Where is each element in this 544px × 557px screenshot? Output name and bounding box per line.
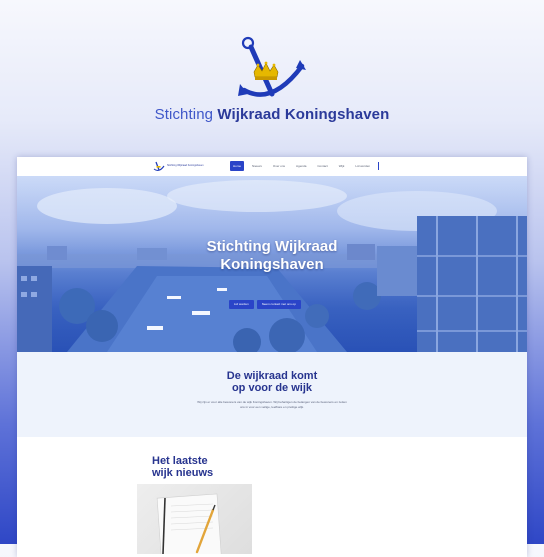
brand-title: Stichting Wijkraad Koningshaven	[0, 106, 544, 123]
nav-logo-text[interactable]: Stichting Wijkraad Koningshaven	[167, 164, 204, 167]
hero-secondary-button[interactable]: Neem contact met ons op	[256, 300, 301, 309]
hero-title: Stichting Wijkraad Koningshaven	[17, 238, 527, 274]
nav-item-lid-worden[interactable]: Lid worden	[352, 161, 373, 171]
anchor-crown-icon	[238, 36, 306, 97]
intro-title: De wijkraad komt op voor de wijk	[17, 370, 527, 394]
hero-title-line1: Stichting Wijkraad	[206, 238, 338, 255]
nav-item-contact[interactable]: Contact	[314, 161, 330, 171]
nav-item-over-ons[interactable]: Over ons	[270, 161, 288, 171]
news-section: Het laatste wijk nieuws	[17, 437, 527, 557]
nav-menu: Home Nieuws Over ons Agenda Contact Wijk…	[230, 161, 380, 171]
brand-header: Stichting Wijkraad Koningshaven	[0, 0, 544, 140]
site-navbar: Stichting Wijkraad Koningshaven Home Nie…	[17, 157, 527, 177]
nav-item-agenda[interactable]: Agenda	[293, 161, 309, 171]
hero-buttons: Lid worden Neem contact met ons op	[229, 300, 301, 309]
news-title: Het laatste wijk nieuws	[152, 455, 272, 479]
intro-title-line1: De wijkraad komt	[226, 370, 318, 382]
website-mockup: Stichting Wijkraad Koningshaven Home Nie…	[17, 157, 527, 557]
nav-item-home[interactable]: Home	[230, 161, 245, 171]
hero-primary-button[interactable]: Lid worden	[229, 300, 254, 309]
nav-item-wijk[interactable]: Wijk	[336, 161, 348, 171]
news-title-line1: Het laatste	[152, 455, 208, 467]
news-title-line2: wijk nieuws	[152, 467, 214, 479]
intro-section: De wijkraad komt op voor de wijk Wij zij…	[17, 352, 527, 437]
brand-title-bold: Wijkraad Koningshaven	[217, 106, 390, 123]
hero-title-line2: Koningshaven	[220, 256, 324, 273]
nav-anchor-icon[interactable]	[153, 161, 165, 172]
intro-text: Wij zijn er voor alle bewoners van de wi…	[197, 400, 347, 409]
intro-title-line2: op voor de wijk	[231, 382, 313, 394]
nav-item-nieuws[interactable]: Nieuws	[249, 161, 265, 171]
hero-section: Stichting Wijkraad Koningshaven Lid word…	[17, 176, 527, 352]
brand-title-light: Stichting	[154, 106, 214, 123]
nav-divider	[378, 162, 380, 170]
